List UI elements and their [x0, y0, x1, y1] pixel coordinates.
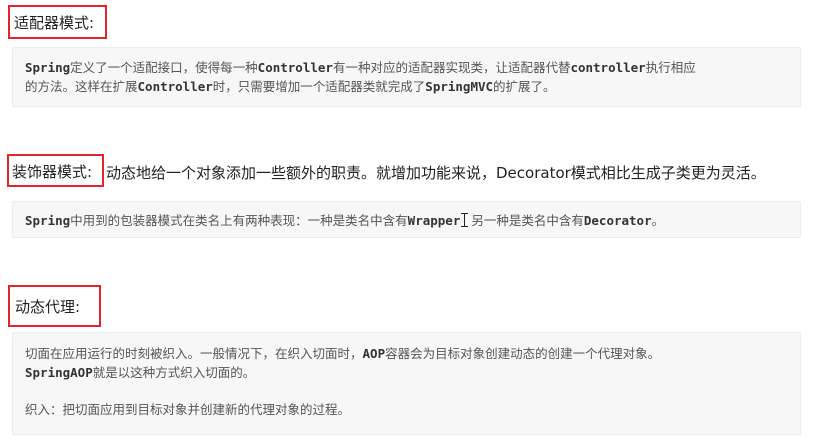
decorator-desc-text: 动态地给一个对象添加一些额外的职责。就增加功能来说，Decorator模式相比生… [106, 164, 766, 182]
adapter-pattern-block: Spring定义了一个适配接口，使得每一种Controller有一种对应的适配器… [12, 47, 801, 107]
text-cursor-icon [461, 213, 469, 227]
proxy-line-3: 织入：把切面应用到目标对象并创建新的代理对象的过程。 [25, 400, 800, 419]
code-springmvc: SpringMVC [425, 79, 494, 94]
decorator-pattern-heading: 装饰器模式: [7, 154, 104, 187]
text-fragment: 织入：把切面应用到目标对象并创建新的代理对象的过程。 [25, 402, 351, 417]
adapter-line-1: Spring定义了一个适配接口，使得每一种Controller有一种对应的适配器… [25, 58, 800, 77]
proxy-heading-text: 动态代理: [15, 298, 81, 316]
text-fragment: 的方法。这样在扩展 [25, 79, 138, 94]
code-controller-lower: controller [570, 60, 646, 75]
adapter-heading-text: 适配器模式: [14, 14, 95, 32]
text-fragment: 。 [651, 213, 665, 228]
code-aop: AOP [362, 346, 386, 361]
text-fragment: 中用到的包装器模式在类名上有两种表现：一种是类名中含有 [70, 213, 408, 228]
decorator-line: Spring中用到的包装器模式在类名上有两种表现：一种是类名中含有Wrapper… [25, 211, 800, 230]
text-fragment: 执行相应 [645, 60, 696, 75]
dynamic-proxy-heading: 动态代理: [8, 285, 101, 327]
decorator-heading-text: 装饰器模式: [12, 163, 93, 181]
text-fragment: 定义了一个适配接口，使得每一种 [70, 60, 258, 75]
code-springaop: SpringAOP [25, 365, 93, 380]
proxy-line-2: SpringAOP就是以这种方式织入切面的。 [25, 363, 800, 382]
code-decorator: Decorator [583, 213, 652, 228]
text-fragment: 的扩展了。 [493, 79, 556, 94]
text-fragment: 就是以这种方式织入切面的。 [92, 365, 256, 380]
text-fragment: 时，只需要增加一个适配器类就完成了 [212, 79, 426, 94]
text-fragment: 切面在应用运行的时刻被织入。一般情况下，在织入切面时， [25, 346, 363, 361]
code-spring: Spring [25, 213, 71, 228]
text-fragment: 另一种是类名中含有 [471, 213, 584, 228]
decorator-description: 动态地给一个对象添加一些额外的职责。就增加功能来说，Decorator模式相比生… [106, 163, 766, 183]
adapter-pattern-heading: 适配器模式: [8, 5, 107, 39]
text-fragment: 容器会为目标对象创建动态的创建一个代理对象。 [385, 346, 661, 361]
code-wrapper: Wrapper [407, 213, 461, 228]
code-spring: Spring [25, 60, 71, 75]
code-controller: Controller [257, 60, 333, 75]
adapter-line-2: 的方法。这样在扩展Controller时，只需要增加一个适配器类就完成了Spri… [25, 77, 800, 96]
proxy-line-1: 切面在应用运行的时刻被织入。一般情况下，在织入切面时，AOP容器会为目标对象创建… [25, 344, 800, 363]
code-controller: Controller [137, 79, 213, 94]
decorator-pattern-block: Spring中用到的包装器模式在类名上有两种表现：一种是类名中含有Wrapper… [12, 201, 801, 238]
dynamic-proxy-block: 切面在应用运行的时刻被织入。一般情况下，在织入切面时，AOP容器会为目标对象创建… [12, 332, 801, 435]
text-fragment: 有一种对应的适配器实现类，让适配器代替 [332, 60, 571, 75]
